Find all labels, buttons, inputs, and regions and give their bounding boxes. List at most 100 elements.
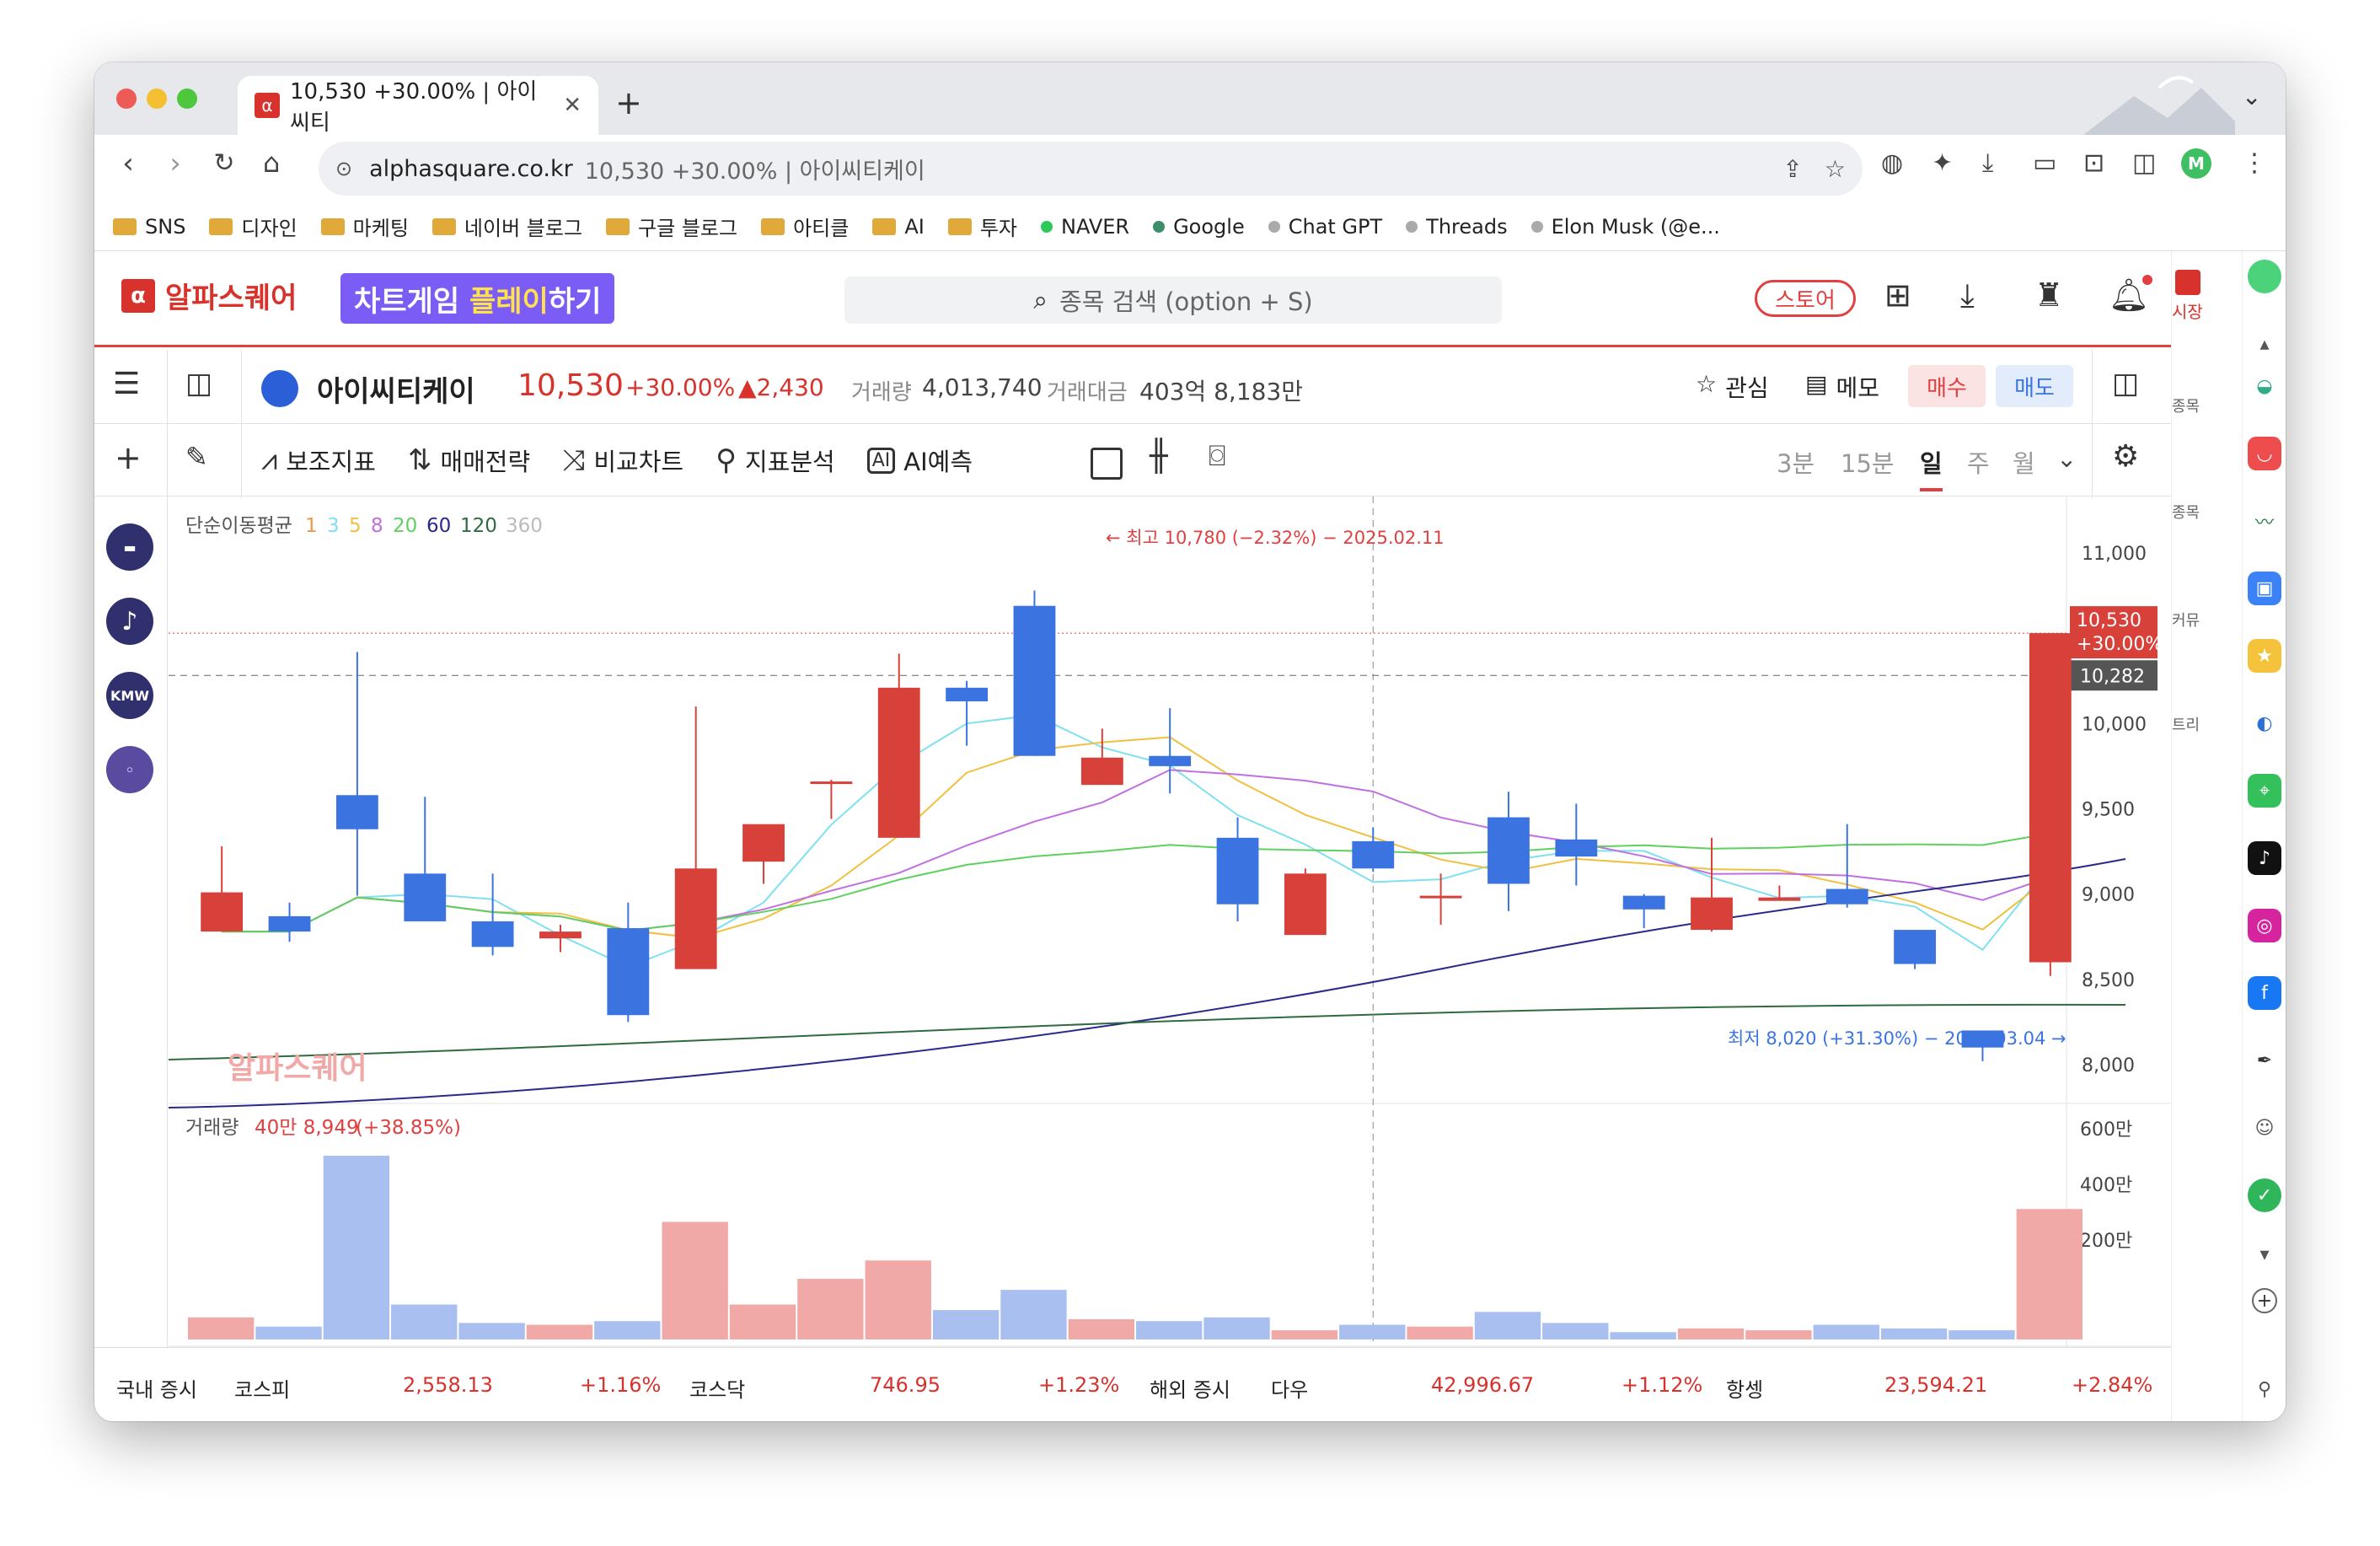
buy-button[interactable]: 매수 — [1908, 365, 1986, 407]
bookmark-folder[interactable]: 디자인 — [209, 212, 298, 241]
period-month[interactable]: 월 — [2013, 444, 2035, 480]
download-icon[interactable]: ⤓ — [1982, 148, 1993, 178]
bookmark-link[interactable]: Elon Musk (@e... — [1530, 215, 1720, 239]
profile-avatar[interactable]: M — [2181, 148, 2211, 179]
site-logo[interactable]: α 알파스퀘어 — [121, 275, 297, 316]
sidebar-pocket-icon[interactable]: ◡ — [2248, 437, 2281, 470]
period-day[interactable]: 일 — [1920, 444, 1943, 491]
stock-name[interactable]: 아이씨티케이 — [317, 368, 475, 410]
sidebar-whale-icon[interactable]: ◒ — [2248, 369, 2281, 403]
stock-search-input[interactable]: ⌕ 종목 검색 (option + S) — [844, 276, 1502, 324]
side-tab-tree[interactable]: 트리 — [2172, 713, 2200, 735]
chart-game-banner[interactable]: 차트게임 플레이 하기 — [340, 273, 615, 324]
chart-area[interactable]: ▬ ♪ KMW ◦ 단순이동평균 1 3 5 8 20 60 120 360 11,000 10,0… — [94, 497, 2171, 1421]
dow-label[interactable]: 다우 — [1271, 1373, 1308, 1403]
sidebar-map-pin-icon[interactable]: ⌖ — [2248, 774, 2281, 808]
bookmark-link[interactable]: Google — [1153, 215, 1245, 239]
side-tab-community[interactable]: 커뮤 — [2172, 609, 2200, 631]
compare-button[interactable]: ⤨ 비교차트 — [562, 443, 683, 478]
sidebar-down-arrow-icon[interactable]: ▾ — [2248, 1237, 2281, 1271]
add-portfolio-icon[interactable]: ⊞ — [1884, 276, 1911, 314]
download-app-icon[interactable]: ⤓ — [1960, 276, 1975, 314]
indicator-button[interactable]: ⩘ 보조지표 — [261, 443, 376, 478]
bookmark-link[interactable]: Threads — [1406, 215, 1508, 239]
sidebar-check-icon[interactable]: ✓ — [2248, 1178, 2281, 1212]
drawing-pen-icon[interactable]: ✎ — [185, 441, 208, 473]
side-tab-market-icon[interactable] — [2175, 270, 2200, 295]
extension-mouse-icon[interactable]: ◍ — [1881, 148, 1903, 178]
reload-icon[interactable]: ↻ — [199, 148, 249, 178]
add-icon[interactable]: + — [115, 439, 142, 476]
bookmark-folder[interactable]: AI — [872, 215, 925, 239]
trophy-icon[interactable]: ♜ — [2034, 276, 2063, 314]
screenshot-icon[interactable]: ⊡ — [2083, 148, 2104, 178]
hangseng-label[interactable]: 항셍 — [1726, 1373, 1763, 1403]
camera-icon[interactable]: ⌼ — [1209, 439, 1225, 473]
ai-forecast-button[interactable]: AI AI예측 — [866, 443, 973, 478]
candlestick-chart[interactable]: 단순이동평균 1 3 5 8 20 60 120 360 11,000 10,000 9,500 9,0… — [94, 497, 2171, 1347]
period-more-chevron-icon[interactable]: ⌄ — [2056, 444, 2077, 473]
screen-record-icon[interactable]: ▭ — [2033, 148, 2056, 178]
split-view-icon[interactable]: ◫ — [2132, 148, 2156, 178]
right-panel-toggle-icon[interactable]: ◫ — [2112, 367, 2139, 400]
menu-icon[interactable]: ☰ — [113, 367, 140, 401]
tab-list-chevron-icon[interactable]: ⌄ — [2242, 83, 2261, 110]
sidebar-star-icon[interactable]: ★ — [2248, 639, 2281, 673]
sidebar-add-icon[interactable]: + — [2252, 1288, 2277, 1313]
bookmark-folder[interactable]: 네이버 블로그 — [432, 212, 582, 241]
period-3min[interactable]: 3분 — [1777, 444, 1814, 480]
home-icon[interactable]: ⌂ — [246, 147, 297, 179]
store-button[interactable]: 스토어 — [1755, 280, 1856, 317]
layout-square-icon[interactable] — [1091, 448, 1123, 480]
extensions-puzzle-icon[interactable]: ✦ — [1932, 148, 1953, 178]
minimize-window-button[interactable] — [147, 89, 167, 109]
bookmark-link[interactable]: Chat GPT — [1268, 215, 1382, 239]
sidebar-briefcase-icon[interactable]: ▣ — [2248, 572, 2281, 605]
memo-button[interactable]: ▤ 메모 — [1805, 370, 1879, 404]
address-bar[interactable]: ⊙ alphasquare.co.kr 10,530 +30.00% | 아이씨… — [319, 142, 1863, 196]
sidebar-instagram-icon[interactable]: ◎ — [2248, 909, 2281, 942]
browser-tab[interactable]: α 10,530 +30.00% | 아이씨티 ✕ — [238, 76, 598, 136]
bookmark-folder[interactable]: SNS — [113, 215, 185, 239]
sidebar-pin-icon[interactable]: ⚲ — [2248, 1372, 2281, 1406]
browser-menu-icon[interactable]: ⋮ — [2242, 148, 2267, 178]
sidebar-up-arrow-icon[interactable]: ▴ — [2248, 327, 2281, 361]
sidebar-pen-icon[interactable]: ✒ — [2248, 1044, 2281, 1077]
analysis-button[interactable]: ⚲ 지표분석 — [716, 443, 835, 478]
close-tab-icon[interactable]: ✕ — [563, 93, 582, 118]
sidebar-chart-icon[interactable]: 〰 — [2248, 504, 2281, 538]
sidebar-tiktok-icon[interactable]: ♪ — [2248, 841, 2281, 875]
chart-settings-gear-icon[interactable]: ⚙ — [2112, 439, 2139, 474]
sidebar-toggle-icon[interactable]: ◫ — [185, 367, 212, 400]
bookmark-folder[interactable]: 구글 블로그 — [606, 212, 737, 241]
close-window-button[interactable] — [116, 89, 137, 109]
side-tab-stock2[interactable]: 종목 — [2172, 501, 2200, 523]
period-week[interactable]: 주 — [1967, 444, 1990, 480]
candle-type-icon[interactable]: ╫ — [1150, 439, 1168, 474]
bookmark-folder[interactable]: 마케팅 — [320, 212, 409, 241]
site-info-icon[interactable]: ⊙ — [335, 157, 352, 180]
candle-body — [1013, 605, 1056, 756]
bookmark-folder[interactable]: 아티클 — [761, 212, 849, 241]
bookmark-star-icon[interactable]: ☆ — [1825, 155, 1846, 183]
strategy-button[interactable]: ⇅ 매매전략 — [408, 443, 530, 478]
kospi-label[interactable]: 코스피 — [234, 1373, 290, 1403]
period-15min[interactable]: 15분 — [1841, 444, 1895, 480]
zoom-window-button[interactable] — [177, 89, 197, 109]
bookmark-link[interactable]: NAVER — [1040, 215, 1129, 239]
volume-bar — [188, 1317, 255, 1339]
share-icon[interactable]: ⇪ — [1782, 155, 1802, 183]
side-tab-market[interactable]: 시장 — [2172, 298, 2203, 323]
sell-button[interactable]: 매도 — [1996, 365, 2073, 407]
back-icon[interactable]: ‹ — [103, 147, 153, 180]
sidebar-edge-icon[interactable]: ◐ — [2248, 706, 2281, 740]
sidebar-app-green-icon[interactable] — [2248, 260, 2281, 293]
sidebar-facebook-icon[interactable]: f — [2248, 976, 2281, 1010]
watch-button[interactable]: ☆ 관심 — [1696, 370, 1769, 404]
kosdaq-label[interactable]: 코스닥 — [689, 1373, 745, 1403]
forward-icon[interactable]: › — [150, 147, 201, 180]
sidebar-face-icon[interactable]: ☺ — [2248, 1111, 2281, 1145]
new-tab-button[interactable]: + — [615, 84, 642, 121]
bookmark-folder[interactable]: 투자 — [947, 212, 1017, 241]
side-tab-stock[interactable]: 종목 — [2172, 395, 2200, 416]
